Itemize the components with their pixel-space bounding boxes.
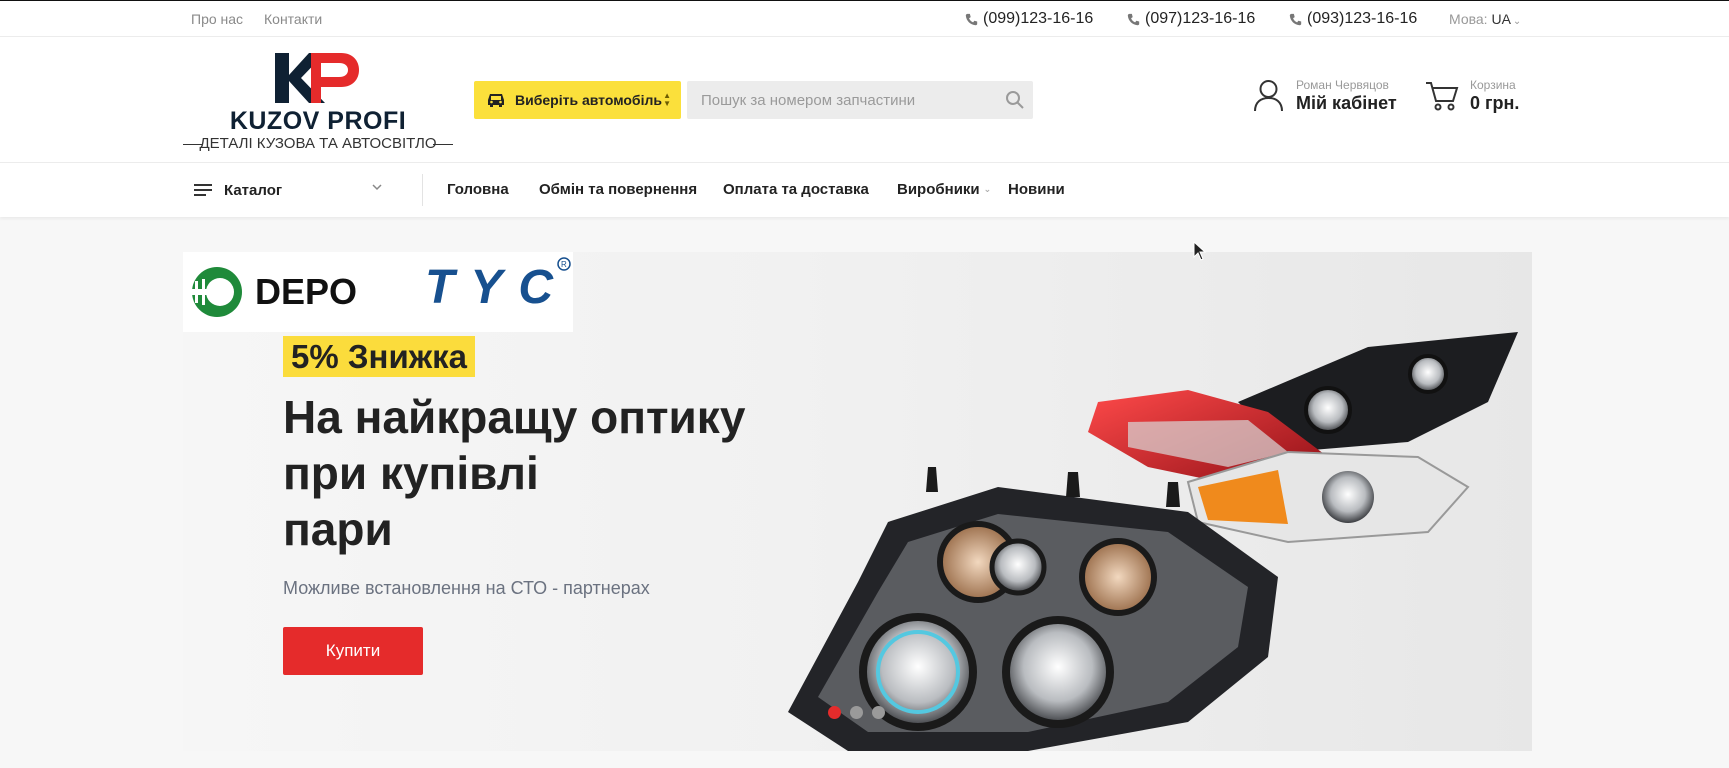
select-car-button[interactable]: Виберіть автомобіль ▲ ▼ <box>474 81 681 119</box>
depo-logo: DEPO <box>191 267 357 317</box>
catalog-label: Каталог <box>224 181 283 199</box>
phone-2[interactable]: (097)123-16-16 <box>1127 10 1255 28</box>
slider-dot[interactable] <box>872 706 885 719</box>
headlights-image <box>788 332 1518 751</box>
account-label: Мій кабінет <box>1296 93 1397 113</box>
phone-icon <box>1289 13 1302 25</box>
language-label: Мова: <box>1449 11 1488 27</box>
language-switcher[interactable]: Мова: UA ⌄ <box>1449 11 1521 27</box>
hero-banner: DEPO TYC R 5% Знижка На найкращу оптику … <box>183 252 1532 751</box>
updown-icon: ▲ ▼ <box>663 91 671 108</box>
tyc-logo: TYC R <box>425 257 571 314</box>
cart-icon <box>1426 82 1459 111</box>
cart-total: 0 грн. <box>1470 93 1520 113</box>
phone-number: (099)123-16-16 <box>983 10 1094 27</box>
search-box <box>687 81 1033 119</box>
site-logo[interactable]: KUZOV PROFI ДЕТАЛІ КУЗОВА ТА АВТОСВІТЛО <box>183 53 453 153</box>
link-contacts[interactable]: Контакти <box>264 11 322 27</box>
phone-1[interactable]: (099)123-16-16 <box>965 10 1093 28</box>
language-value: UA <box>1491 11 1511 27</box>
chevron-down-icon <box>372 184 382 191</box>
chevron-down-icon: ⌄ <box>1512 16 1522 27</box>
phone-number: (097)123-16-16 <box>1145 10 1256 27</box>
main-nav: Каталог Головна Обмін та повернення Опла… <box>0 163 1729 217</box>
nav-item-manufacturers[interactable]: Виробники ⌄ <box>897 181 991 198</box>
catalog-menu-button[interactable]: Каталог <box>194 163 406 217</box>
mouse-cursor-icon <box>1193 241 1207 261</box>
headline-line: пари <box>283 503 393 555</box>
account-user-name: Роман Червяцов <box>1296 78 1389 92</box>
car-icon <box>488 94 504 107</box>
search-input[interactable] <box>687 81 987 119</box>
nav-item-news[interactable]: Новини <box>1008 181 1065 198</box>
svg-text:R: R <box>561 260 567 269</box>
logo-mark <box>275 53 359 103</box>
depo-logo-text: DEPO <box>255 271 357 312</box>
site-header: KUZOV PROFI ДЕТАЛІ КУЗОВА ТА АВТОСВІТЛО … <box>0 37 1729 163</box>
chevron-down-icon: ⌄ <box>983 184 992 194</box>
phone-icon <box>965 13 978 25</box>
search-icon[interactable] <box>1005 90 1025 110</box>
banner-subline: Можливе встановлення на СТО - партнерах <box>283 578 650 598</box>
account-link[interactable]: Роман Червяцов Мій кабінет <box>1253 77 1403 123</box>
buy-button[interactable]: Купити <box>283 627 423 675</box>
logo-subtitle: ДЕТАЛІ КУЗОВА ТА АВТОСВІТЛО <box>183 135 453 152</box>
cart-link[interactable]: Корзина 0 грн. <box>1425 77 1535 123</box>
link-about[interactable]: Про нас <box>191 11 243 27</box>
brand-logos: DEPO TYC R <box>183 252 573 332</box>
phone-number: (093)123-16-16 <box>1307 10 1418 27</box>
slider-dots <box>828 706 885 719</box>
slider-dot[interactable] <box>850 706 863 719</box>
logo-title: KUZOV PROFI <box>229 107 407 135</box>
top-bar: Про нас Контакти (099)123-16-16 (097)123… <box>0 0 1729 37</box>
user-icon <box>1254 80 1283 112</box>
nav-item-returns[interactable]: Обмін та повернення <box>539 181 697 198</box>
cart-label: Корзина <box>1470 78 1516 92</box>
headline-line: На найкращу оптику <box>283 391 746 443</box>
headline-line: при купівлі <box>283 447 539 499</box>
nav-item-manufacturers-label: Виробники <box>897 181 980 198</box>
banner-headline: На найкращу оптику при купівлі пари <box>283 389 803 557</box>
discount-badge: 5% Знижка <box>283 336 476 377</box>
select-car-label: Виберіть автомобіль <box>515 92 662 108</box>
nav-item-payment-delivery[interactable]: Оплата та доставка <box>723 181 869 198</box>
phone-3[interactable]: (093)123-16-16 <box>1289 10 1417 28</box>
slider-dot[interactable] <box>828 706 841 719</box>
nav-item-home[interactable]: Головна <box>447 181 509 198</box>
menu-icon <box>194 184 212 196</box>
tyc-logo-text: TYC <box>425 261 554 314</box>
phone-icon <box>1127 13 1140 25</box>
nav-divider <box>422 174 423 206</box>
